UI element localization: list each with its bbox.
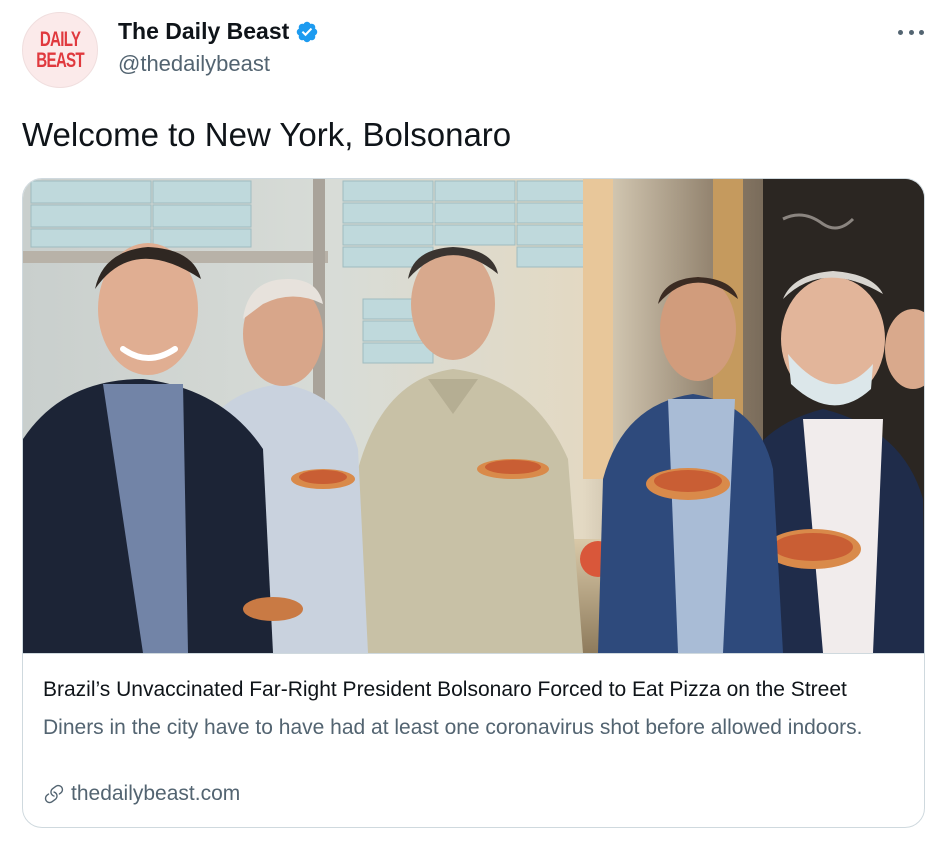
link-icon bbox=[44, 784, 64, 804]
card-title[interactable]: Brazil’s Unvaccinated Far-Right Presiden… bbox=[43, 678, 908, 702]
dot bbox=[919, 29, 924, 35]
more-options-icon[interactable] bbox=[898, 22, 924, 42]
link-card[interactable]: Brazil’s Unvaccinated Far-Right Presiden… bbox=[22, 178, 925, 828]
card-domain-text: thedailybeast.com bbox=[71, 782, 241, 805]
author-handle[interactable]: @thedailybeast bbox=[118, 51, 270, 77]
author-name-row: The Daily Beast bbox=[118, 18, 319, 45]
avatar-text-line2: BEAST bbox=[36, 49, 84, 72]
avatar-text-line1: DAILY bbox=[39, 28, 81, 51]
verified-badge-icon bbox=[297, 21, 318, 42]
avatar[interactable]: DAILY BEAST bbox=[22, 12, 98, 88]
card-photo bbox=[23, 179, 924, 653]
card-image[interactable] bbox=[23, 179, 924, 653]
card-domain[interactable]: thedailybeast.com bbox=[43, 782, 240, 806]
card-description: Diners in the city have to have had at l… bbox=[43, 716, 863, 739]
dot bbox=[898, 29, 903, 35]
card-body[interactable]: Brazil’s Unvaccinated Far-Right Presiden… bbox=[23, 653, 924, 805]
display-name[interactable]: The Daily Beast bbox=[118, 18, 289, 45]
dot bbox=[908, 29, 914, 35]
tweet-text: Welcome to New York, Bolsonaro bbox=[22, 116, 512, 153]
